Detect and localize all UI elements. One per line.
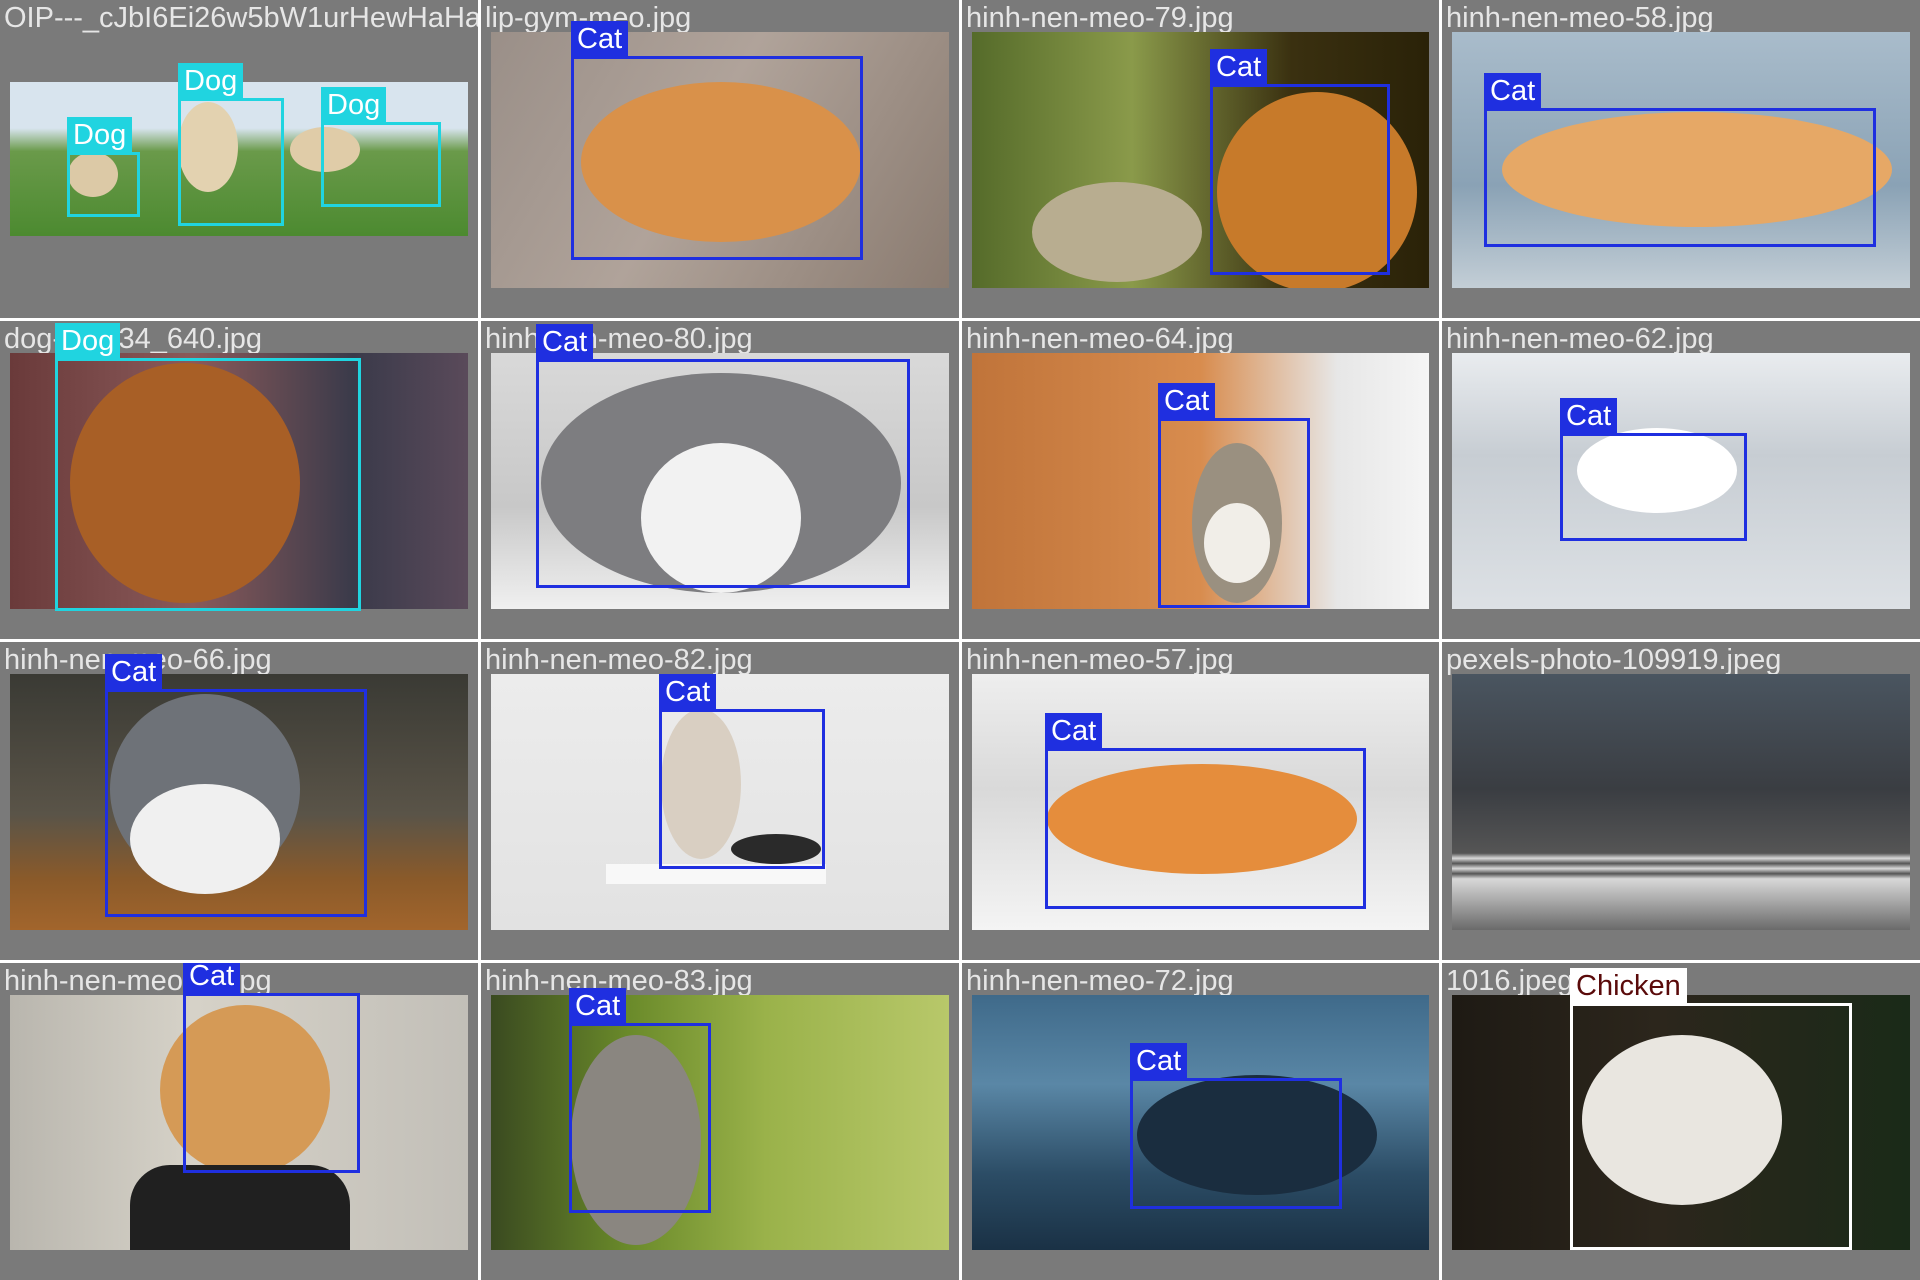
detection-label: Cat bbox=[536, 324, 594, 360]
detection-box: Cat bbox=[1045, 713, 1366, 909]
image-cell[interactable]: lip-gym-meo.jpg Cat bbox=[481, 0, 959, 318]
detection-box: Cat bbox=[1130, 1043, 1342, 1209]
image-filename: hinh-nen-meo-62.jpg bbox=[1446, 323, 1714, 355]
detection-box: Cat bbox=[569, 988, 711, 1213]
detection-label: Dog bbox=[55, 323, 121, 359]
image-cell[interactable]: hinh-nen-meo-79.jpg Cat bbox=[962, 0, 1439, 318]
image-thumbnail bbox=[491, 995, 949, 1250]
image-filename: OIP---_cJbI6Ei26w5bW1urHewHaHa.jpg bbox=[4, 2, 478, 34]
image-cell[interactable]: hinh-nen-meo-80.jpg Cat bbox=[481, 321, 959, 639]
image-cell[interactable]: hinh-nen-meo-66.jpg Cat bbox=[0, 642, 478, 960]
detection-box: Dog bbox=[55, 323, 361, 611]
detection-label: Cat bbox=[569, 988, 627, 1024]
detection-box: Dog bbox=[67, 117, 140, 217]
detection-box: Cat bbox=[1560, 398, 1747, 541]
image-filename: 1016.jpeg bbox=[1446, 965, 1574, 997]
detection-box: Dog bbox=[321, 87, 441, 207]
image-cell[interactable]: hinh-nen-meo-57.jpg Cat bbox=[962, 642, 1439, 960]
image-filename: pexels-photo-109919.jpeg bbox=[1446, 644, 1782, 676]
image-filename: dog-7 1334_640.jpg bbox=[4, 323, 263, 355]
image-cell[interactable]: pexels-photo-109919.jpeg bbox=[1442, 642, 1920, 960]
detection-box: Cat bbox=[183, 963, 360, 1173]
image-cell[interactable]: OIP---_cJbI6Ei26w5bW1urHewHaHa.jpg Dog D… bbox=[0, 0, 478, 318]
detection-label: Cat bbox=[659, 674, 717, 710]
image-filename: hinh-nen-meo-80.jpg bbox=[485, 323, 753, 355]
image-cell[interactable]: hinh-nen-meo-83.jpg Cat bbox=[481, 963, 959, 1280]
image-filename: hinh-nen-meo-82.jpg bbox=[485, 644, 753, 676]
detection-label: Chicken bbox=[1570, 968, 1687, 1004]
image-cell[interactable]: dog-7 1334_640.jpg Dog bbox=[0, 321, 478, 639]
detection-label: Cat bbox=[1158, 383, 1216, 419]
detection-box: Cat bbox=[536, 324, 910, 588]
image-cell[interactable]: hinh-nen-meo-58.jpg Cat bbox=[1442, 0, 1920, 318]
detection-box: Dog bbox=[178, 63, 284, 226]
detection-label: Cat bbox=[1045, 713, 1103, 749]
image-cell[interactable]: hinh-nen-meo-62.jpg Cat bbox=[1442, 321, 1920, 639]
detection-label: Cat bbox=[105, 654, 163, 690]
image-filename: hinh-nen-meo-58.jpg bbox=[1446, 2, 1714, 34]
detection-box: Cat bbox=[659, 674, 825, 869]
image-filename: hinh-nen-meo-64.jpg bbox=[966, 323, 1234, 355]
detection-label: Dog bbox=[321, 87, 387, 123]
detection-results-grid: OIP---_cJbI6Ei26w5bW1urHewHaHa.jpg Dog D… bbox=[0, 0, 1920, 1280]
detection-box: Cat bbox=[1210, 49, 1390, 275]
image-cell[interactable]: hinh-nen-meo-64.jpg Cat bbox=[962, 321, 1439, 639]
detection-box: Cat bbox=[1158, 383, 1310, 608]
detection-label: Cat bbox=[571, 21, 629, 57]
image-filename: hinh-nen-meo-79.jpg bbox=[966, 2, 1234, 34]
detection-box: Cat bbox=[105, 654, 367, 917]
detection-box: Chicken bbox=[1570, 968, 1852, 1250]
image-thumbnail bbox=[1452, 674, 1910, 930]
detection-label: Dog bbox=[178, 63, 244, 99]
detection-box: Cat bbox=[571, 21, 863, 260]
image-cell[interactable]: 1016.jpeg Chicken bbox=[1442, 963, 1920, 1280]
detection-label: Cat bbox=[1560, 398, 1618, 434]
image-cell[interactable]: hinh-nen-meo-82.jpg Cat bbox=[481, 642, 959, 960]
detection-label: Cat bbox=[1484, 73, 1542, 109]
image-filename: hinh-nen-meo-72.jpg bbox=[966, 965, 1234, 997]
detection-label: Dog bbox=[67, 117, 133, 153]
detection-label: Cat bbox=[183, 963, 241, 994]
image-cell[interactable]: hinh-nen-meo-72.jpg Cat bbox=[962, 963, 1439, 1280]
detection-label: Cat bbox=[1210, 49, 1268, 85]
detection-label: Cat bbox=[1130, 1043, 1188, 1079]
detection-box: Cat bbox=[1484, 73, 1876, 247]
image-cell[interactable]: hinh-nen-meo-74.jpg Cat bbox=[0, 963, 478, 1280]
image-filename: hinh-nen-meo-57.jpg bbox=[966, 644, 1234, 676]
